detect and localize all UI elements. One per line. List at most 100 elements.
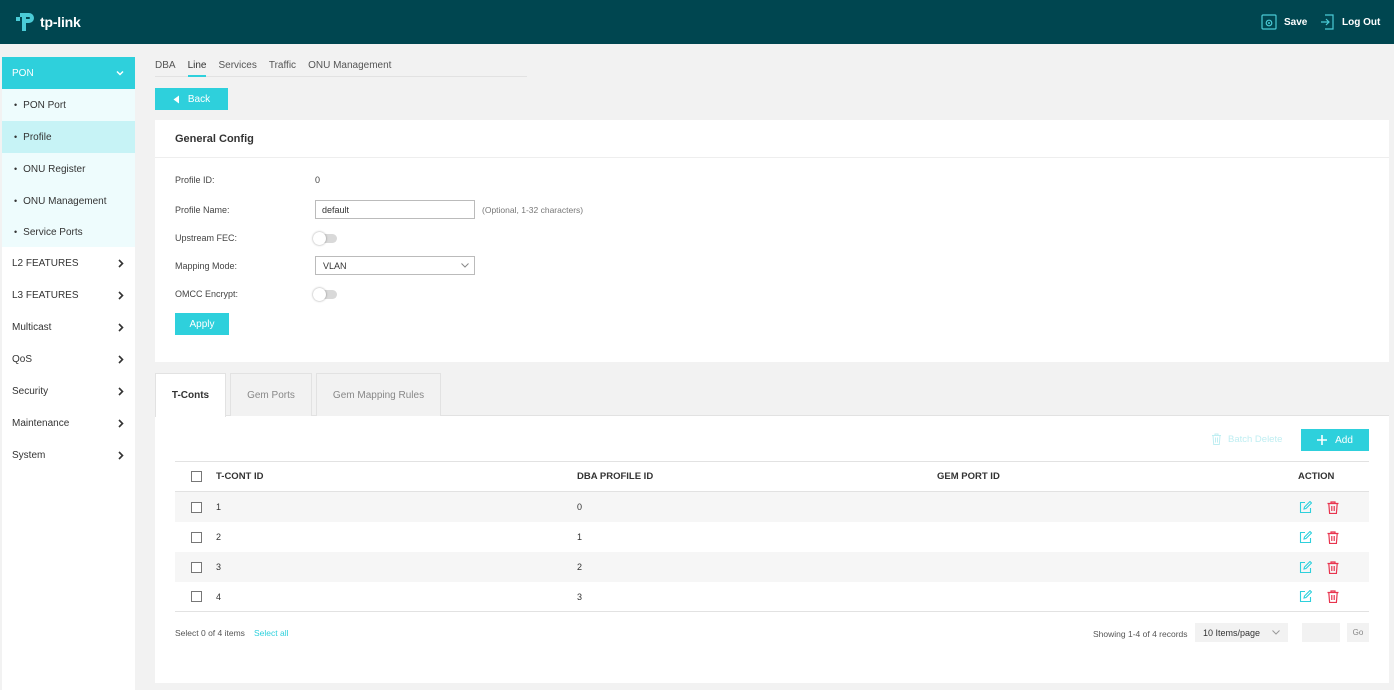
sidebar-item-pon-port[interactable]: • PON Port xyxy=(2,89,135,121)
sidebar-section-pon[interactable]: PON xyxy=(2,57,135,89)
delete-icon[interactable] xyxy=(1327,500,1339,514)
tcont-id-cell: 4 xyxy=(216,591,222,602)
row-checkbox[interactable] xyxy=(191,591,202,602)
selection-count: Select 0 of 4 items xyxy=(175,628,245,638)
tp-link-logo-icon xyxy=(16,13,34,31)
mapping-mode-row: Mapping Mode: VLAN xyxy=(175,256,475,275)
back-button[interactable]: Back xyxy=(155,88,228,110)
table-row: 1 0 xyxy=(175,492,1369,522)
column-header-dba-profile-id[interactable]: DBA PROFILE ID xyxy=(577,471,653,482)
mapping-mode-select[interactable]: VLAN xyxy=(315,256,475,275)
save-button[interactable]: Save xyxy=(1261,14,1307,30)
delete-icon[interactable] xyxy=(1327,590,1339,603)
sidebar-item-label: ONU Register xyxy=(23,163,86,175)
sidebar-item-label: Multicast xyxy=(12,321,52,333)
upstream-fec-toggle[interactable] xyxy=(313,231,337,245)
records-summary: Showing 1-4 of 4 records xyxy=(1093,629,1188,639)
bullet-icon: • xyxy=(14,100,18,110)
sidebar-item-security[interactable]: Security xyxy=(2,375,135,407)
sidebar-item-onu-register[interactable]: • ONU Register xyxy=(2,153,135,185)
select-all-link[interactable]: Select all xyxy=(254,628,289,638)
tcont-id-cell: 3 xyxy=(216,562,222,572)
tab-gem-mapping-rules[interactable]: Gem Mapping Rules xyxy=(316,373,441,416)
plus-icon xyxy=(1317,435,1328,445)
bullet-icon: • xyxy=(14,164,18,174)
tp-link-logo[interactable]: tp-link xyxy=(14,11,81,33)
save-label: Save xyxy=(1284,16,1308,28)
profile-name-label: Profile Name: xyxy=(175,204,230,215)
tab-t-conts[interactable]: T-Conts xyxy=(155,373,226,417)
omcc-encrypt-toggle[interactable] xyxy=(313,287,337,301)
bullet-icon: • xyxy=(14,196,18,206)
logout-button[interactable]: Log Out xyxy=(1319,14,1380,30)
items-per-page-select[interactable]: 10 Items/page xyxy=(1195,623,1288,642)
sidebar-item-service-ports[interactable]: • Service Ports xyxy=(2,217,135,247)
table-row: 3 2 xyxy=(175,552,1369,582)
tab-onu-management[interactable]: ONU Management xyxy=(308,57,391,77)
tab-gem-ports[interactable]: Gem Ports xyxy=(230,373,312,416)
sidebar: PON • PON Port • Profile • ONU Register • ON… xyxy=(2,57,135,690)
chevron-right-icon xyxy=(118,418,124,428)
profile-id-label: Profile ID: xyxy=(175,175,215,185)
sidebar-section-label: PON xyxy=(12,67,34,79)
edit-icon[interactable] xyxy=(1299,590,1312,603)
edit-icon[interactable] xyxy=(1299,530,1312,544)
row-checkbox[interactable] xyxy=(191,501,202,513)
sidebar-item-label: Service Ports xyxy=(23,226,83,238)
edit-icon[interactable] xyxy=(1299,500,1312,514)
sidebar-item-onu-management[interactable]: • ONU Management xyxy=(2,185,135,217)
logout-icon xyxy=(1321,14,1334,30)
sub-tabs: T-Conts Gem Ports Gem Mapping Rules xyxy=(155,373,1389,417)
logout-label: Log Out xyxy=(1342,16,1381,28)
tconts-card: T-Conts Gem Ports Gem Mapping Rules Batc… xyxy=(155,373,1389,683)
upstream-fec-label: Upstream FEC: xyxy=(175,233,238,243)
select-all-checkbox[interactable] xyxy=(191,471,202,482)
profile-name-hint: (Optional, 1-32 characters) xyxy=(482,204,584,215)
table-row: 2 1 xyxy=(175,522,1369,552)
top-bar: tp-link Save Log Out xyxy=(0,0,1394,44)
column-header-action: ACTION xyxy=(1298,471,1335,482)
add-button[interactable]: Add xyxy=(1301,429,1369,451)
page-number-input[interactable] xyxy=(1302,623,1340,642)
chevron-down-icon xyxy=(116,70,124,76)
sidebar-item-multicast[interactable]: Multicast xyxy=(2,311,135,343)
sidebar-item-qos[interactable]: QoS xyxy=(2,343,135,375)
go-button[interactable]: Go xyxy=(1347,623,1369,642)
dba-profile-id-cell: 1 xyxy=(577,532,583,542)
sidebar-item-maintenance[interactable]: Maintenance xyxy=(2,407,135,439)
sidebar-item-l2-features[interactable]: L2 FEATURES xyxy=(2,247,135,279)
delete-icon[interactable] xyxy=(1327,530,1339,544)
tab-traffic[interactable]: Traffic xyxy=(269,57,296,77)
profile-name-input[interactable] xyxy=(315,200,475,219)
tab-line[interactable]: Line xyxy=(187,57,207,77)
chevron-down-icon xyxy=(1272,630,1280,635)
delete-icon[interactable] xyxy=(1327,560,1339,574)
sidebar-item-label: L3 FEATURES xyxy=(12,289,79,301)
table-row: 4 3 xyxy=(175,582,1369,612)
bullet-icon: • xyxy=(14,227,18,237)
general-config-card: General Config Profile ID: 0 Profile Nam… xyxy=(155,120,1389,362)
add-label: Add xyxy=(1335,434,1353,446)
column-header-tcont-id[interactable]: T-CONT ID xyxy=(216,471,264,482)
edit-icon[interactable] xyxy=(1299,560,1312,574)
batch-delete-button[interactable]: Batch Delete xyxy=(1211,433,1282,445)
column-header-gem-port-id[interactable]: GEM PORT ID xyxy=(937,471,1000,482)
apply-button[interactable]: Apply xyxy=(175,313,229,335)
tab-dba[interactable]: DBA xyxy=(155,57,176,77)
tab-services[interactable]: Services xyxy=(218,57,256,77)
sidebar-item-l3-features[interactable]: L3 FEATURES xyxy=(2,279,135,311)
sidebar-item-profile[interactable]: • Profile xyxy=(2,121,135,153)
tcont-id-cell: 1 xyxy=(216,502,222,512)
sidebar-item-system[interactable]: System xyxy=(2,439,135,471)
table-footer: Select 0 of 4 items Select all Showing 1… xyxy=(175,623,1369,643)
omcc-encrypt-label: OMCC Encrypt: xyxy=(175,289,239,299)
chevron-right-icon xyxy=(118,290,124,300)
logo-text: tp-link xyxy=(40,14,81,30)
row-checkbox[interactable] xyxy=(191,561,202,573)
sidebar-item-label: Profile xyxy=(23,131,52,143)
batch-delete-label: Batch Delete xyxy=(1228,433,1283,445)
sidebar-item-label: Maintenance xyxy=(12,417,70,429)
back-label: Back xyxy=(187,93,211,105)
row-checkbox[interactable] xyxy=(191,531,202,543)
profile-name-row: Profile Name: (Optional, 1-32 characters… xyxy=(175,200,583,219)
